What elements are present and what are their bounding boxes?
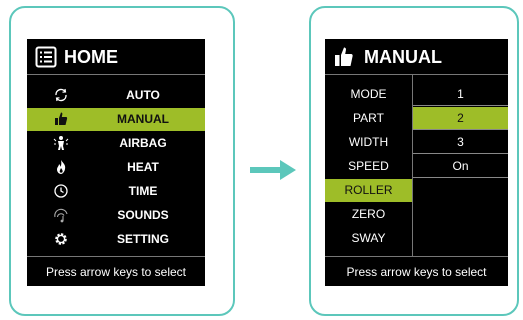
thumb-icon [335,47,353,66]
airbag-body-icon [53,136,69,150]
value-item[interactable]: 3 [413,131,508,154]
menu-item-sounds[interactable]: SOUNDS [27,204,205,227]
manual-title: MANUAL [364,47,442,67]
menu-item-heat[interactable]: HEAT [27,156,205,179]
param-item-zero[interactable]: ZERO [325,203,412,226]
menu-item-label: MANUAL [117,112,169,126]
list-menu-icon [35,46,57,68]
menu-item-label: SETTING [116,232,169,246]
menu-item-label: TIME [128,184,158,198]
value-item[interactable]: On [413,155,508,178]
menu-item-label: HEAT [127,160,159,174]
home-screen: HOME AUTO MANUAL AIRBAG HEAT TIME SOUNDS… [27,39,205,286]
param-item-mode[interactable]: MODE [325,83,412,106]
manual-header: MANUAL [325,39,508,75]
thumb-icon [55,112,68,125]
value-item-selected[interactable]: 2 [413,107,508,130]
menu-item-airbag[interactable]: AIRBAG [27,132,205,155]
param-item-roller[interactable]: ROLLER [325,179,412,202]
home-title: HOME [64,47,118,67]
flame-icon [57,160,66,174]
menu-item-label: AIRBAG [119,136,167,150]
gear-icon [55,233,67,245]
param-item-part[interactable]: PART [325,107,412,130]
param-item-width[interactable]: WIDTH [325,131,412,154]
manual-footer-hint: Press arrow keys to select [325,256,508,286]
manual-screen: MANUAL MODE PART WIDTH SPEED ROLLER ZERO… [325,39,508,286]
clock-icon [54,184,68,198]
menu-item-manual[interactable]: MANUAL [27,108,205,131]
menu-item-label: SOUNDS [117,208,169,222]
param-item-speed[interactable]: SPEED [325,155,412,178]
auto-cycle-icon [55,88,67,102]
home-footer-hint: Press arrow keys to select [27,256,205,286]
home-header: HOME [27,39,205,75]
menu-item-setting[interactable]: SETTING [27,228,205,251]
menu-item-label: AUTO [126,88,160,102]
menu-item-auto[interactable]: AUTO [27,84,205,107]
sound-icon [54,208,68,223]
menu-item-time[interactable]: TIME [27,180,205,203]
arrow-right-icon [250,160,296,180]
param-item-sway[interactable]: SWAY [325,227,412,250]
value-item[interactable]: 1 [413,83,508,106]
